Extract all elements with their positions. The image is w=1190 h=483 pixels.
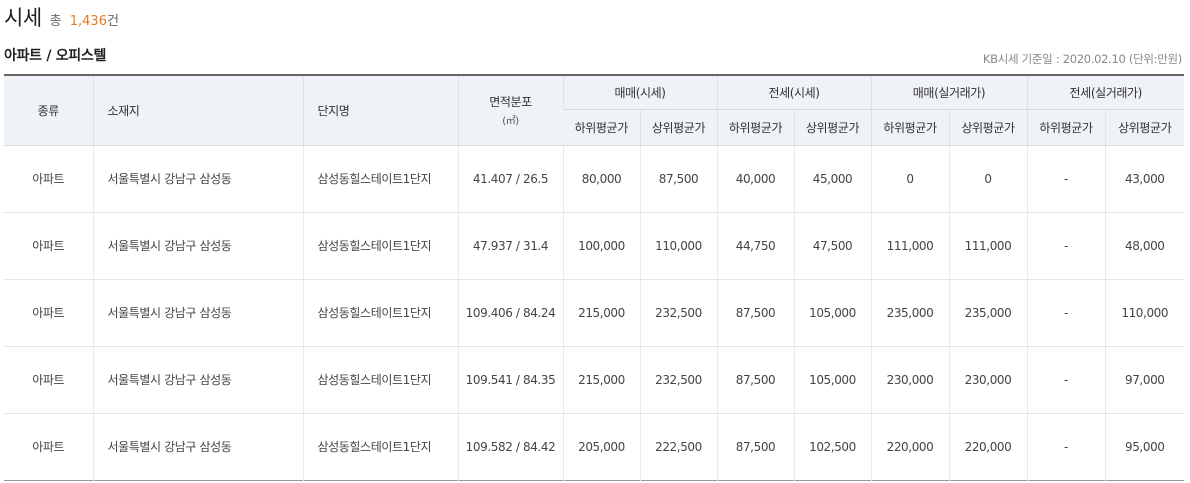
- header-sale-low: 하위평균가: [563, 109, 640, 146]
- cell-area: 109.541 / 84.35: [457, 346, 563, 414]
- cell-type: 아파트: [32, 439, 65, 454]
- cell-complex: 삼성동힐스테이트1단지: [302, 346, 458, 414]
- header-location: 소재지: [92, 75, 303, 146]
- cell-sale-real-high: 235,000: [948, 279, 1027, 347]
- table-row: 아파트 서울특별시 강남구 삼성동 삼성동힐스테이트1단지 109.541 / …: [4, 346, 1184, 414]
- cell-type: 아파트: [4, 145, 93, 213]
- cell-jeonse-high: 105,000: [793, 346, 871, 414]
- cell-sale-high: 222,500: [639, 413, 717, 480]
- cell-area: 109.406 / 84.24: [457, 279, 563, 347]
- cell-jeonse-low: 87,500: [716, 413, 794, 480]
- cell-location: 서울특별시 강남구 삼성동: [92, 346, 303, 414]
- header-area-unit: (㎡): [502, 116, 519, 128]
- reference-date-note: KB시세 기준일 : 2020.02.10 (단위:만원): [982, 52, 1182, 66]
- cell-sale-low: 205,000: [562, 413, 640, 480]
- cell-jeonse-low: 44,750: [716, 212, 794, 280]
- cell-jeonse-real-high: 110,000: [1104, 279, 1184, 347]
- cell-jeonse-real-high: 43,000: [1104, 145, 1184, 213]
- cell-jeonse-real-low: -: [1026, 413, 1105, 480]
- cell-sale-real-low: 111,000: [870, 212, 949, 280]
- table-row: 아파트 서울특별시 강남구 삼성동 삼성동힐스테이트1단지 109.582 / …: [4, 413, 1184, 480]
- cell-sale-real-high: 0: [948, 145, 1027, 213]
- cell-jeonse-real-high: 97,000: [1104, 346, 1184, 414]
- cell-location: 서울특별시 강남구 삼성동: [92, 212, 303, 280]
- cell-area: 47.937 / 31.4: [457, 212, 563, 280]
- cell-jeonse-low: 87,500: [716, 279, 794, 347]
- cell-sale-real-low: 230,000: [870, 346, 949, 414]
- header-group-jeonse-real: 전세(실거래가): [1026, 75, 1184, 110]
- header-group-sale-real: 매매(실거래가): [870, 75, 1027, 110]
- table-row: 아파트 서울특별시 강남구 삼성동 삼성동힐스테이트1단지 41.407 / 2…: [4, 145, 1184, 213]
- cell-sale-high: 110,000: [639, 212, 717, 280]
- cell-jeonse-real-low: -: [1026, 145, 1105, 213]
- page-heading: 시세 총 1,436건: [4, 2, 119, 34]
- cell-sale-low: 215,000: [562, 346, 640, 414]
- header-jeonse-real-high: 상위평균가: [1104, 109, 1184, 146]
- page-title: 시세: [4, 6, 42, 30]
- table-header: 종류 소재지 단지명 면적분포 (㎡) 매매(시세) 전세(시세) 매매(실거래…: [4, 75, 1184, 146]
- header-area-label: 면적분포: [489, 95, 532, 110]
- section-title: 아파트 / 오피스텔: [4, 48, 107, 64]
- cell-jeonse-low: 87,500: [716, 346, 794, 414]
- cell-jeonse-real-low: -: [1026, 346, 1105, 414]
- header-group-jeonse: 전세(시세): [716, 75, 871, 110]
- cell-jeonse-real-low: -: [1026, 212, 1105, 280]
- header-sale-high: 상위평균가: [639, 109, 717, 146]
- cell-jeonse-real-high: 95,000: [1104, 413, 1184, 480]
- table-row: 아파트 서울특별시 강남구 삼성동 삼성동힐스테이트1단지 109.406 / …: [4, 279, 1184, 347]
- cell-jeonse-real-high: 48,000: [1104, 212, 1184, 280]
- cell-type: 아파트: [4, 212, 93, 280]
- cell-sale-high: 232,500: [639, 279, 717, 347]
- cell-location: 서울특별시 강남구 삼성동: [92, 145, 303, 213]
- header-jeonse-high: 상위평균가: [793, 109, 871, 146]
- total-prefix: 총: [49, 14, 62, 29]
- cell-jeonse-high: 47,500: [793, 212, 871, 280]
- header-sale-real-high: 상위평균가: [948, 109, 1027, 146]
- total-count-unit: 건: [106, 14, 119, 29]
- cell-jeonse-real-low: -: [1026, 279, 1105, 347]
- cell-jeonse-high: 45,000: [793, 145, 871, 213]
- cell-area: 41.407 / 26.5: [457, 145, 563, 213]
- cell-sale-high: 232,500: [639, 346, 717, 414]
- total-count: 총 1,436건: [50, 10, 119, 29]
- total-count-number: 1,436: [69, 14, 107, 29]
- cell-sale-low: 80,000: [562, 145, 640, 213]
- header-type: 종류: [4, 75, 93, 146]
- header-sale-real-low: 하위평균가: [870, 109, 949, 146]
- cell-jeonse-low: 40,000: [716, 145, 794, 213]
- cell-complex: 삼성동힐스테이트1단지: [302, 413, 458, 480]
- cell-sale-low: 100,000: [562, 212, 640, 280]
- cell-complex: 삼성동힐스테이트1단지: [302, 279, 458, 347]
- cell-type: 아파트: [4, 279, 93, 347]
- cell-sale-real-low: 0: [870, 145, 949, 213]
- cell-sale-real-high: 220,000: [948, 413, 1027, 480]
- cell-location: 서울특별시 강남구 삼성동: [92, 279, 303, 347]
- cell-type: 아파트: [4, 346, 93, 414]
- cell-location: 서울특별시 강남구 삼성동: [92, 413, 303, 480]
- cell-jeonse-high: 102,500: [793, 413, 871, 480]
- cell-area: 109.582 / 84.42: [457, 413, 563, 480]
- price-table: 종류 소재지 단지명 면적분포 (㎡) 매매(시세) 전세(시세) 매매(실거래…: [4, 74, 1184, 481]
- table-row: 아파트 서울특별시 강남구 삼성동 삼성동힐스테이트1단지 47.937 / 3…: [4, 212, 1184, 280]
- cell-jeonse-high: 105,000: [793, 279, 871, 347]
- cell-sale-low: 215,000: [562, 279, 640, 347]
- header-jeonse-real-low: 하위평균가: [1026, 109, 1105, 146]
- cell-sale-high: 87,500: [639, 145, 717, 213]
- header-complex: 단지명: [302, 75, 458, 146]
- cell-sale-real-low: 220,000: [870, 413, 949, 480]
- header-group-sale: 매매(시세): [562, 75, 717, 110]
- header-jeonse-low: 하위평균가: [716, 109, 794, 146]
- table-body: 아파트 서울특별시 강남구 삼성동 삼성동힐스테이트1단지 41.407 / 2…: [4, 145, 1184, 480]
- cell-complex: 삼성동힐스테이트1단지: [302, 145, 458, 213]
- cell-sale-real-low: 235,000: [870, 279, 949, 347]
- header-area: 면적분포 (㎡): [457, 75, 563, 146]
- cell-sale-real-high: 230,000: [948, 346, 1027, 414]
- cell-sale-real-high: 111,000: [948, 212, 1027, 280]
- cell-complex: 삼성동힐스테이트1단지: [302, 212, 458, 280]
